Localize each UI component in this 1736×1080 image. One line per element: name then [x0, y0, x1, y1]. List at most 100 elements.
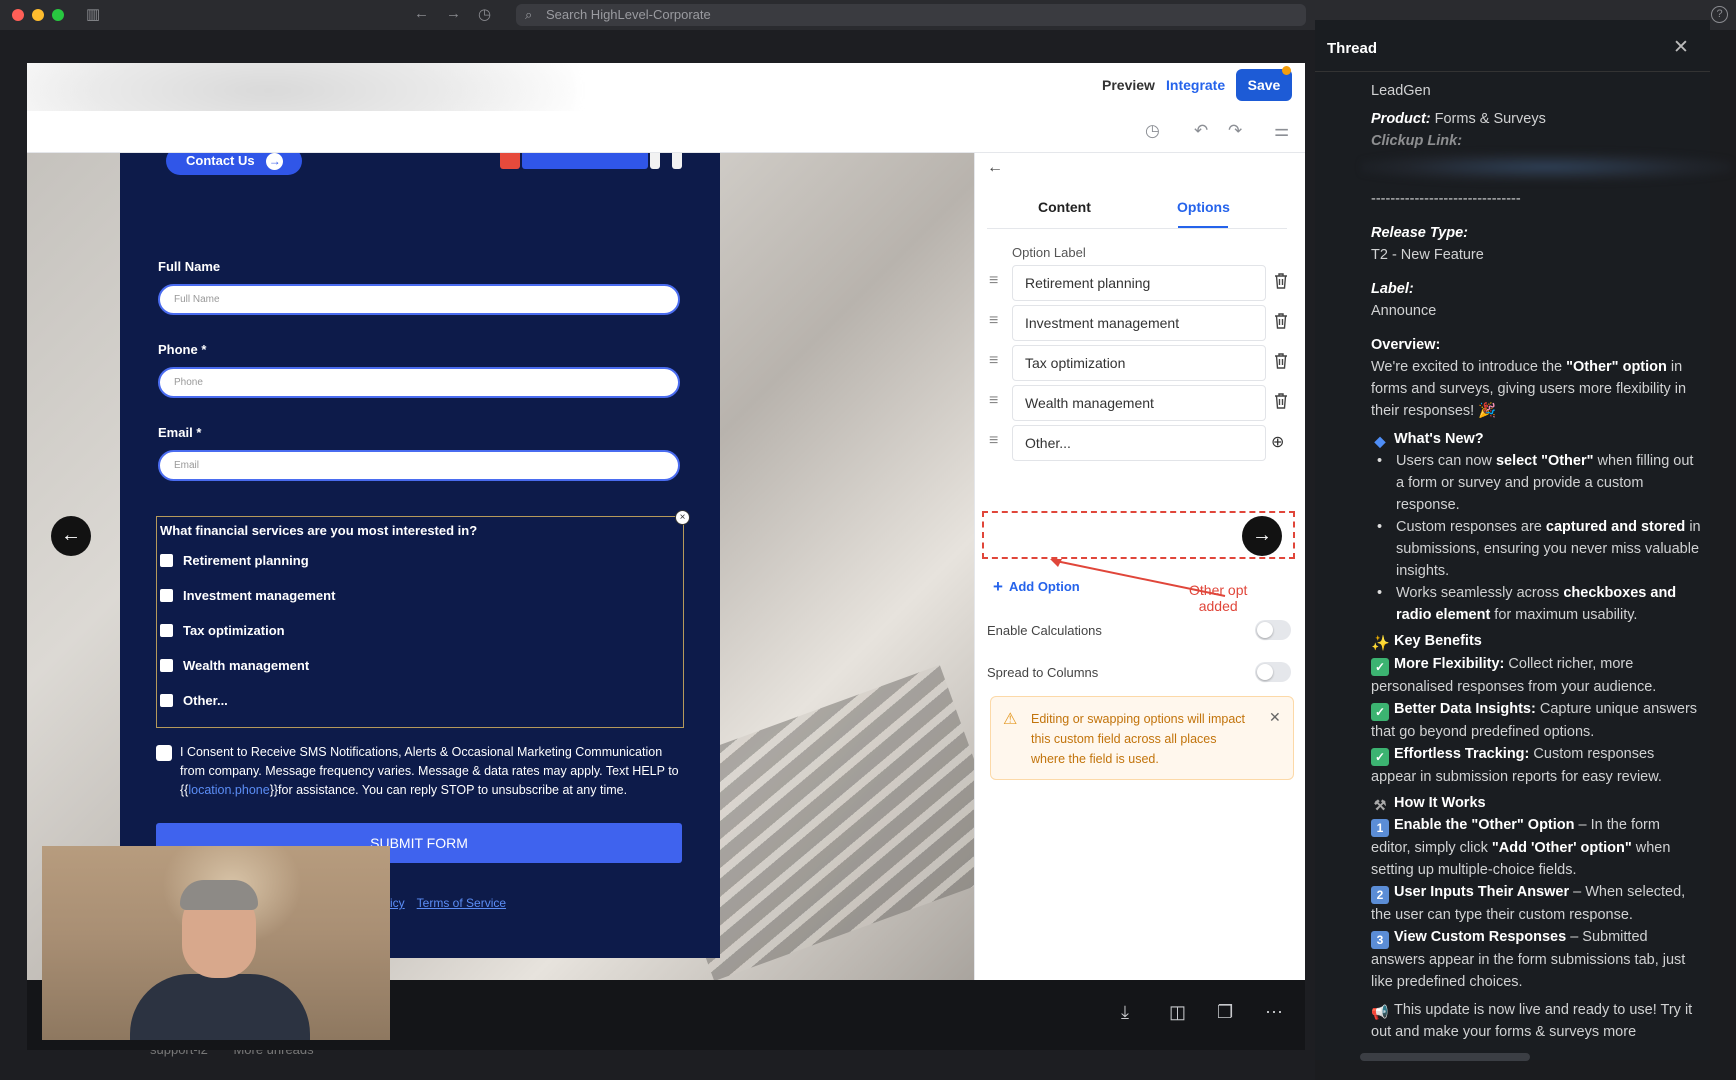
checkbox-option[interactable]: Wealth management [160, 658, 309, 673]
checkbox[interactable] [160, 659, 173, 672]
close-window-button[interactable] [12, 9, 24, 21]
drag-handle-icon[interactable]: ≡ [989, 432, 998, 450]
option-label-input[interactable]: Investment management [1012, 305, 1266, 341]
trash-icon[interactable] [1274, 273, 1288, 289]
history-icon[interactable]: ◷ [1145, 121, 1160, 141]
key-benefits-heading: ✨ Key Benefits [1371, 633, 1482, 652]
history-icon[interactable]: ◷ [478, 5, 491, 23]
copy-icon[interactable]: ❐ [1217, 1002, 1233, 1023]
phone-field[interactable]: Phone [158, 367, 680, 398]
thread-panel: Thread ✕ LeadGen Product: Forms & Survey… [1315, 20, 1731, 1060]
search-placeholder: Search HighLevel-Corporate [546, 7, 711, 22]
field-options-panel: ← Content Options Option Label ≡ Retirem… [974, 153, 1305, 980]
option-label-header: Option Label [1012, 245, 1086, 260]
checkbox-option[interactable]: Tax optimization [160, 623, 285, 638]
checkbox[interactable] [160, 589, 173, 602]
arrow-right-icon: → [266, 153, 284, 170]
contact-us-button[interactable]: Contact Us → [166, 153, 302, 175]
drag-handle-icon[interactable]: ≡ [989, 272, 998, 290]
checkbox[interactable] [160, 624, 173, 637]
checkbox-option[interactable]: Investment management [160, 588, 335, 603]
terms-link[interactable]: Terms of Service [417, 896, 506, 910]
overview-text: We're excited to introduce the "Other" o… [1371, 359, 1687, 419]
forward-arrow-icon[interactable]: → [446, 5, 461, 22]
drag-handle-icon[interactable]: ≡ [989, 392, 998, 410]
number-3-icon: 3 [1371, 931, 1389, 949]
sparkles-icon: ✨ [1371, 635, 1390, 652]
checkmark-icon: ✓ [1371, 658, 1389, 676]
checkbox[interactable] [160, 694, 173, 707]
annotation-label: Other opt added [1189, 582, 1248, 614]
step-item: 2 User Inputs Their Answer – When selecte… [1371, 884, 1686, 923]
phone-label: Phone * [158, 342, 207, 357]
warning-text: Editing or swapping options will impact … [1031, 712, 1245, 766]
integrate-button[interactable]: Integrate [1166, 77, 1225, 93]
trash-icon[interactable] [1274, 353, 1288, 369]
undo-icon[interactable]: ↶ [1194, 121, 1208, 141]
option-label-input[interactable]: Other... [1012, 425, 1266, 461]
checkbox-option[interactable]: Other... [160, 693, 228, 708]
next-slide-button[interactable]: → [1242, 516, 1282, 556]
clickup-line: Clickup Link: [1371, 133, 1463, 149]
option-label-input[interactable]: Retirement planning [1012, 265, 1266, 301]
enable-calculations-row: Enable Calculations [987, 620, 1291, 640]
tools-icon: ⚒ [1373, 797, 1387, 813]
overview-label: Overview: [1371, 337, 1441, 353]
benefit-item: ✓ More Flexibility: Collect richer, more … [1371, 656, 1657, 695]
contact-us-label: Contact Us [186, 153, 255, 168]
diamond-icon: ◆ [1374, 433, 1386, 449]
split-view-icon[interactable]: ◫ [1169, 1002, 1186, 1023]
back-arrow-icon[interactable]: ← [414, 5, 429, 22]
tab-content[interactable]: Content [1038, 199, 1091, 215]
redo-icon[interactable]: ↷ [1228, 121, 1242, 141]
editor-toolbar: ◷ ↶ ↷ ⚌ [27, 111, 1305, 153]
closing-text: 📢 This update is now live and ready to us… [1371, 1002, 1693, 1040]
option-label-input[interactable]: Wealth management [1012, 385, 1266, 421]
whats-new-heading: ◆ What's New? [1371, 428, 1701, 450]
sidebar-toggle-icon[interactable]: ▥ [86, 5, 100, 23]
minimize-window-button[interactable] [32, 9, 44, 21]
trash-icon[interactable] [1274, 313, 1288, 329]
clickup-link-blurred[interactable] [1361, 152, 1731, 182]
benefit-item: ✓ Better Data Insights: Capture unique an… [1371, 701, 1698, 740]
preview-button[interactable]: Preview [1102, 77, 1155, 93]
label-label: Label: [1371, 281, 1414, 297]
more-options-icon[interactable]: ⋯ [1265, 1002, 1283, 1023]
close-icon[interactable]: ✕ [1269, 709, 1281, 726]
email-field[interactable]: Email [158, 450, 680, 481]
consent-checkbox[interactable] [156, 745, 172, 761]
close-icon[interactable]: × [675, 510, 690, 525]
spread-to-columns-toggle[interactable] [1255, 662, 1291, 682]
enable-calculations-toggle[interactable] [1255, 620, 1291, 640]
tab-options[interactable]: Options [1177, 199, 1230, 215]
add-option-button[interactable]: + Add Option [993, 577, 1080, 597]
drag-handle-icon[interactable]: ≡ [989, 312, 998, 330]
thread-title: Thread [1327, 40, 1378, 57]
checkmark-icon: ✓ [1371, 703, 1389, 721]
question-block[interactable]: What financial services are you most int… [156, 510, 690, 728]
zoom-cursor-icon: ⊕ [1271, 434, 1285, 451]
search-input[interactable]: ⌕ Search HighLevel-Corporate [516, 4, 1306, 26]
settings-sliders-icon[interactable]: ⚌ [1274, 121, 1289, 141]
thread-scrollbar[interactable] [1360, 1053, 1530, 1061]
close-icon[interactable]: ✕ [1673, 36, 1689, 59]
presenter-body [130, 974, 310, 1040]
previous-slide-button[interactable]: ← [51, 516, 91, 556]
number-2-icon: 2 [1371, 886, 1389, 904]
zoom-window-button[interactable] [52, 9, 64, 21]
form-editor-window: Preview Integrate Save ◷ ↶ ↷ ⚌ Contact U… [27, 63, 1305, 980]
release-type-value: T2 - New Feature [1371, 247, 1484, 263]
option-label-input[interactable]: Tax optimization [1012, 345, 1266, 381]
help-icon[interactable]: ? [1711, 6, 1728, 23]
drag-handle-icon[interactable]: ≡ [989, 352, 998, 370]
back-arrow-icon[interactable]: ← [987, 159, 1003, 177]
full-name-field[interactable]: Full Name [158, 284, 680, 315]
trash-icon[interactable] [1274, 393, 1288, 409]
privacy-policy-link[interactable]: icy [390, 896, 405, 910]
checkbox[interactable] [160, 554, 173, 567]
unsaved-indicator [1282, 66, 1291, 75]
checkbox-option[interactable]: Retirement planning [160, 553, 309, 568]
benefit-item: ✓ Effortless Tracking: Custom responses a… [1371, 746, 1662, 785]
org-name: LeadGen [1371, 83, 1431, 99]
download-icon[interactable]: ⤓ [1121, 1002, 1129, 1023]
